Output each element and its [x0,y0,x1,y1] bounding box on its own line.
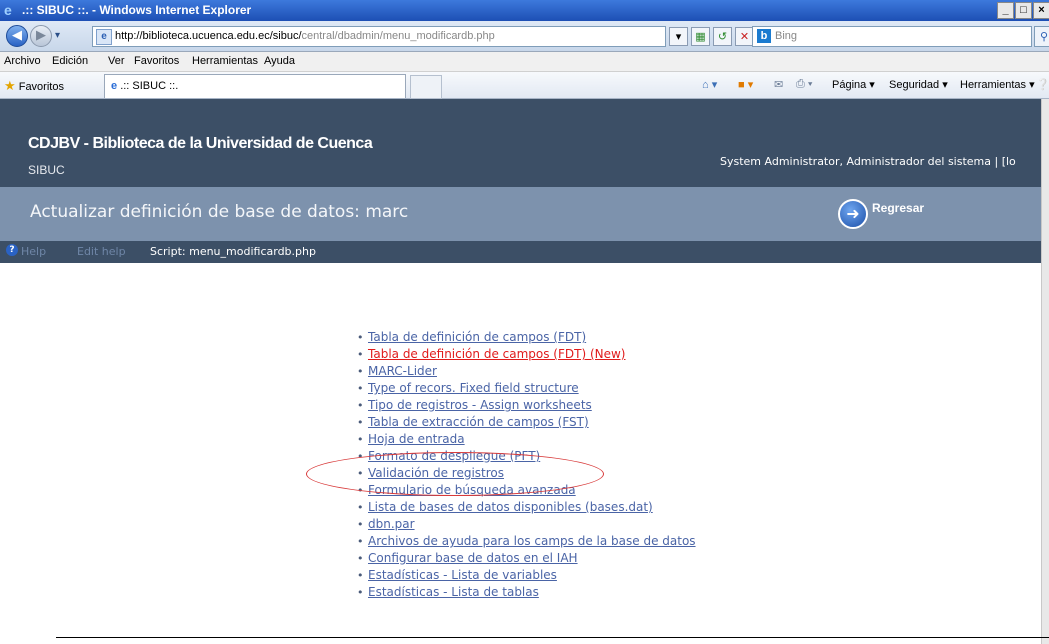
list-item: Estadísticas - Lista de tablas [357,584,696,601]
list-item: Tipo de registros - Assign worksheets [357,397,696,414]
favorites-button[interactable]: ★ Favoritos [4,78,64,94]
list-item: Configurar base de datos en el IAH [357,550,696,567]
menu-link[interactable]: dbn.par [368,517,415,531]
search-icon[interactable]: ⚲ [1034,26,1049,47]
forward-arrow-icon[interactable]: ▶ [30,25,52,47]
navigation-bar: ◀ ▶ ▾ e http://biblioteca.ucuenca.edu.ec… [0,21,1049,52]
list-item: MARC-Lider [357,363,696,380]
help-link[interactable]: Help [21,245,46,258]
page-content: CDJBV - Biblioteca de la Universidad de … [0,99,1049,644]
new-tab-button[interactable] [410,75,442,99]
back-button-icon[interactable]: ➜ [838,199,868,229]
mail-icon[interactable]: ✉ [774,78,783,91]
address-bar[interactable]: e http://biblioteca.ucuenca.edu.ec/sibuc… [92,26,666,47]
security-menu[interactable]: Seguridad ▾ [889,78,948,91]
site-subtitle: SIBUC [28,163,65,177]
address-dropdown-icon[interactable]: ▾ [669,27,688,46]
menu-link[interactable]: Tabla de definición de campos (FDT) [368,330,586,344]
menu-bar: Archivo Edición Ver Favoritos Herramient… [0,52,1049,72]
url-host: http://biblioteca.ucuenca.edu.ec/sibuc/ [115,30,302,42]
menu-link[interactable]: Tabla de extracción de campos (FST) [368,415,589,429]
script-name: Script: menu_modificardb.php [150,245,316,258]
list-item: dbn.par [357,516,696,533]
tools-menu[interactable]: Herramientas ▾ [960,78,1035,91]
print-icon[interactable]: ⎙ ▾ [796,78,812,91]
list-item: Hoja de entrada [357,431,696,448]
menu-link[interactable]: Estadísticas - Lista de tablas [368,585,539,599]
site-brand: CDJBV - Biblioteca de la Universidad de … [28,135,373,152]
list-item: Tabla de extracción de campos (FST) [357,414,696,431]
menu-archivo[interactable]: Archivo [4,55,41,67]
star-icon: ★ [4,78,16,93]
url-path: central/dbadmin/menu_modificardb.php [301,30,495,42]
page-menu[interactable]: Página ▾ [832,78,875,91]
menu-ayuda[interactable]: Ayuda [264,55,295,67]
maximize-button[interactable]: □ [1015,2,1032,19]
menu-link[interactable]: Archivos de ayuda para los camps de la b… [368,534,696,548]
list-item: Estadísticas - Lista de variables [357,567,696,584]
favorites-bar: ★ Favoritos e .:: SIBUC ::. ⌂ ▾ ■ ▾ ✉ ⎙ … [0,72,1049,99]
menu-link[interactable]: Estadísticas - Lista de variables [368,568,557,582]
home-icon[interactable]: ⌂ ▾ [702,78,717,91]
tab-page-icon: e [111,80,118,92]
page-scrollbar[interactable] [1041,99,1049,644]
user-info: System Administrator, Administrador del … [720,155,1016,168]
refresh-icon[interactable]: ↺ [713,27,732,46]
title-bar: e .:: SIBUC ::. - Windows Internet Explo… [0,0,1049,21]
browser-tab[interactable]: e .:: SIBUC ::. [104,74,406,98]
menu-link[interactable]: MARC-Lider [368,364,437,378]
menu-link[interactable]: Configurar base de datos en el IAH [368,551,578,565]
favorites-label: Favoritos [18,81,64,93]
menu-ver[interactable]: Ver [108,55,125,67]
menu-link[interactable]: Tabla de definición de campos (FDT) (New… [368,347,626,361]
history-dropdown-icon[interactable]: ▾ [55,30,60,41]
menu-link[interactable]: Hoja de entrada [368,432,465,446]
feeds-icon[interactable]: ■ ▾ [738,78,753,91]
menu-edicion[interactable]: Edición [52,55,88,67]
browser-window: e .:: SIBUC ::. - Windows Internet Explo… [0,0,1049,644]
help-icon: ? [6,244,18,256]
annotation-ellipse [306,452,604,496]
list-item: Lista de bases de datos disponibles (bas… [357,499,696,516]
menu-favoritos[interactable]: Favoritos [134,55,179,67]
address-url: http://biblioteca.ucuenca.edu.ec/sibuc/c… [115,27,495,46]
list-item: Tabla de definición de campos (FDT) [357,329,696,346]
site-header: CDJBV - Biblioteca de la Universidad de … [0,99,1049,187]
list-item: Type of recors. Fixed field structure [357,380,696,397]
menu-link[interactable]: Lista de bases de datos disponibles (bas… [368,500,653,514]
back-button[interactable]: Regresar [872,201,924,215]
search-placeholder: Bing [775,30,798,42]
menu-herramientas[interactable]: Herramientas [192,55,258,67]
list-item: Archivos de ayuda para los camps de la b… [357,533,696,550]
tab-title: .:: SIBUC ::. [120,80,179,92]
section-bar: Actualizar definición de base de datos: … [0,187,1049,241]
help-icon[interactable]: ❔ [1036,78,1049,91]
page-icon: e [96,29,112,45]
window-title: .:: SIBUC ::. - Windows Internet Explore… [22,3,252,17]
back-arrow-icon[interactable]: ◀ [6,25,28,47]
ie-logo-icon: e [4,2,12,18]
minimize-button[interactable]: _ [997,2,1014,19]
search-box[interactable]: b Bing [752,26,1032,47]
menu-link[interactable]: Tipo de registros - Assign worksheets [368,398,592,412]
help-bar: ? Help Edit help Script: menu_modificard… [0,241,1049,263]
page-title: Actualizar definición de base de datos: … [30,202,409,222]
bing-logo-icon: b [757,29,771,43]
compatibility-view-icon[interactable]: ▦ [691,27,710,46]
bottom-divider [56,637,1049,638]
edit-help-link[interactable]: Edit help [77,245,126,258]
close-button[interactable]: × [1033,2,1049,19]
menu-link[interactable]: Type of recors. Fixed field structure [368,381,579,395]
list-item: Tabla de definición de campos (FDT) (New… [357,346,696,363]
